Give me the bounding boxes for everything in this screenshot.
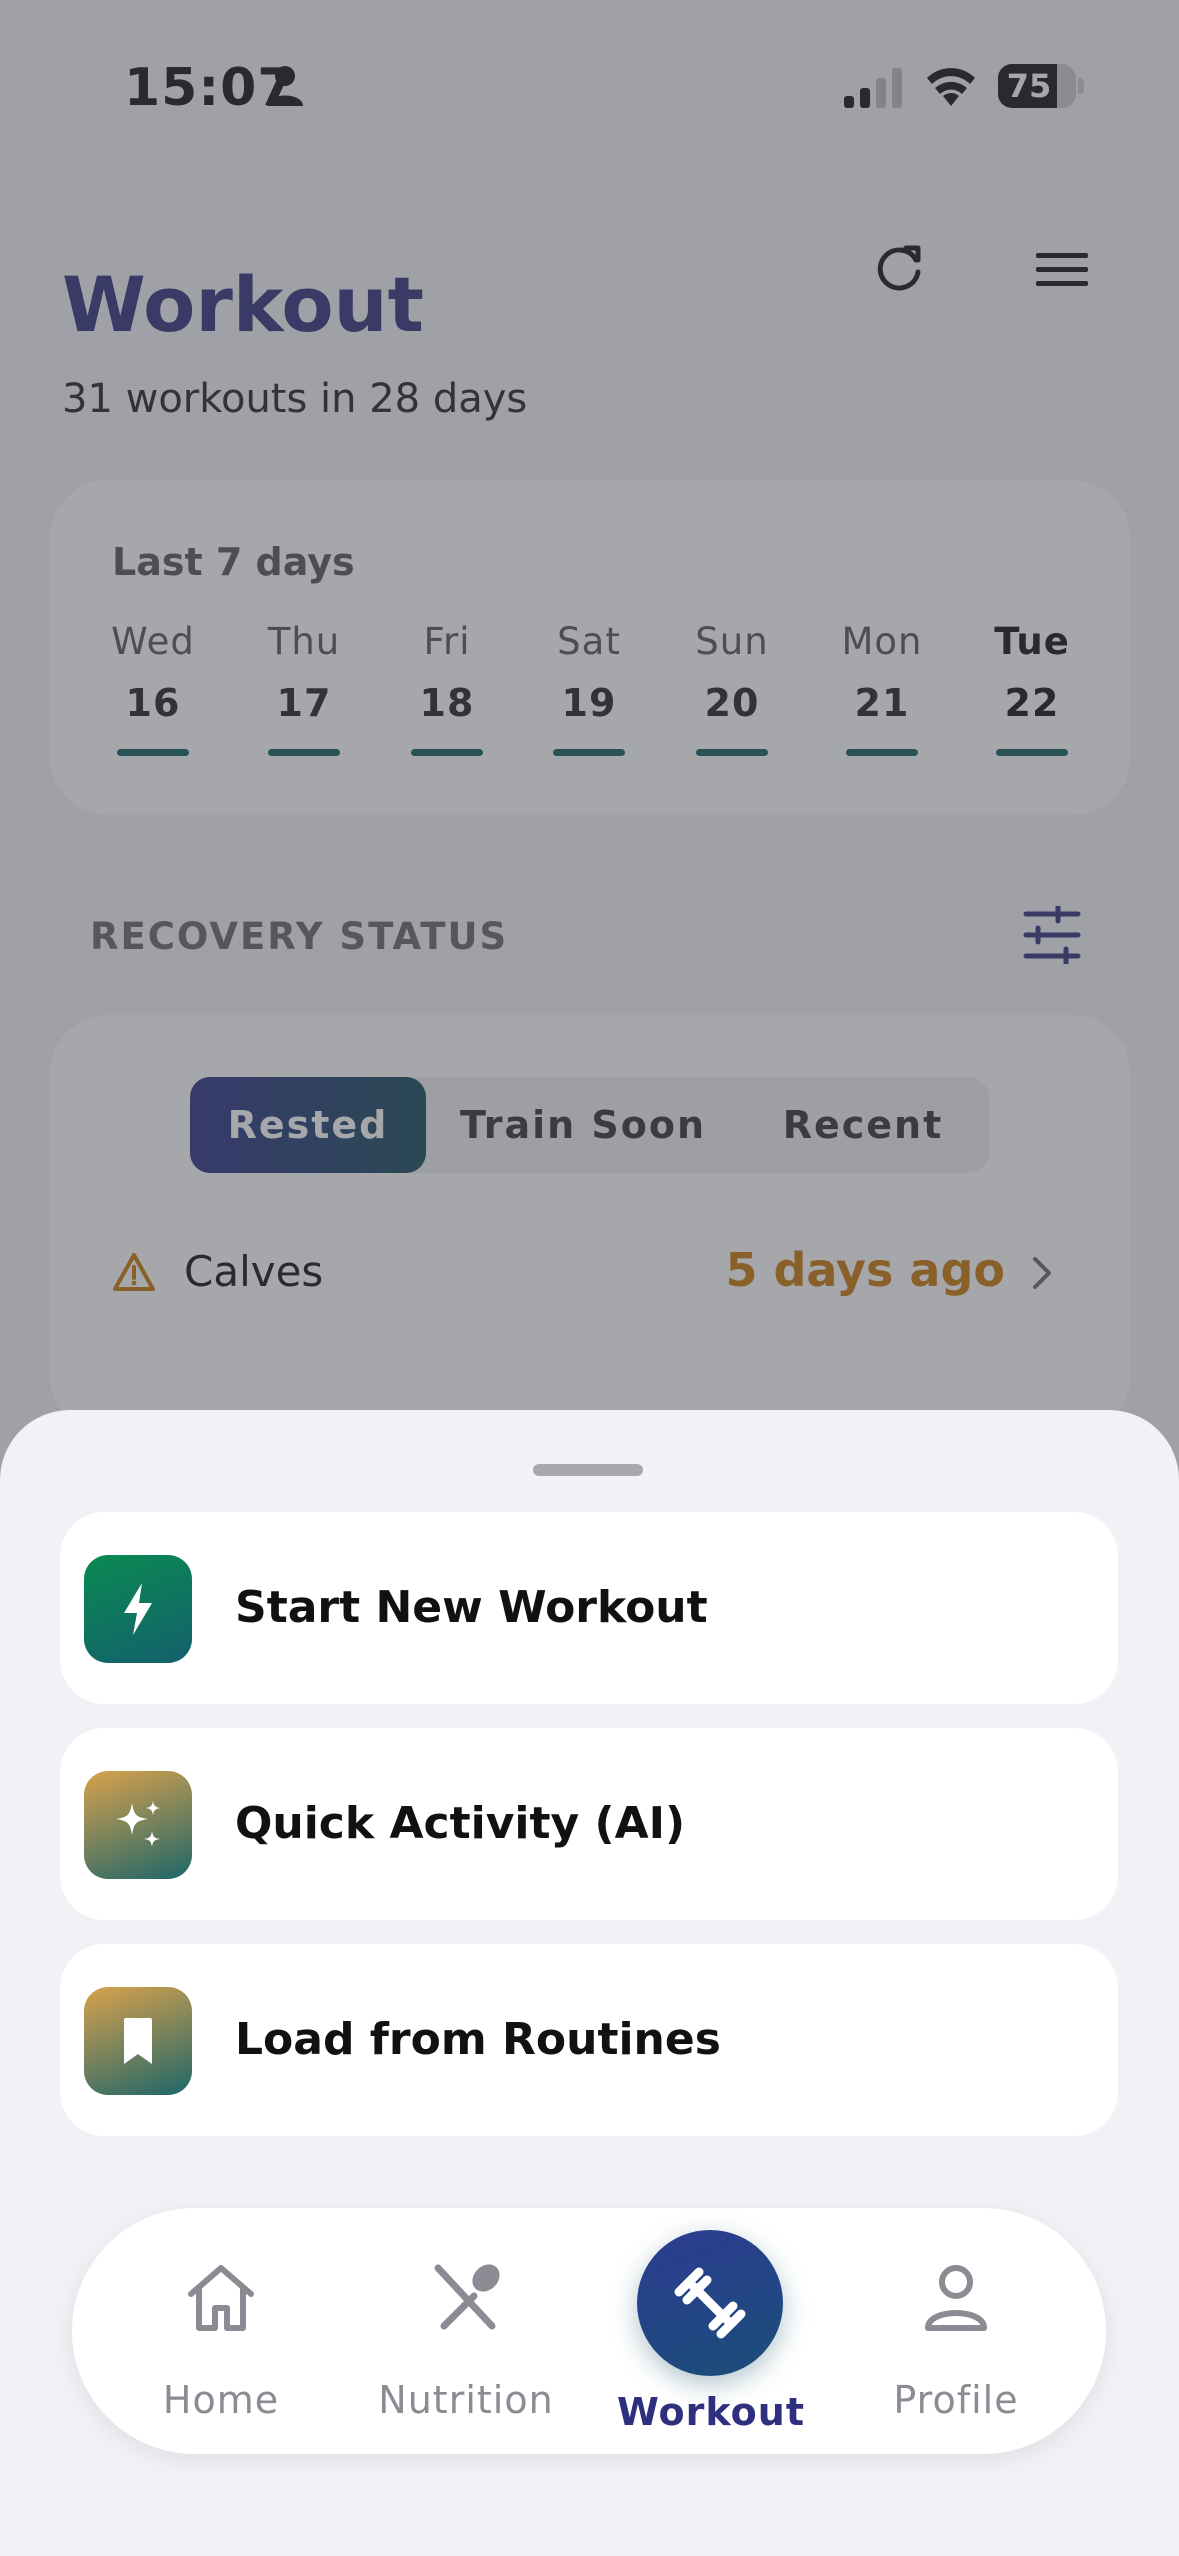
action-label: Quick Activity (AI) <box>235 1798 686 1849</box>
house-icon <box>188 2265 254 2331</box>
tab-nutrition[interactable]: Nutrition <box>366 2208 566 2454</box>
load-from-routines-button[interactable]: Load from Routines <box>60 1944 1118 2136</box>
action-label: Start New Workout <box>235 1582 708 1633</box>
quick-activity-ai-button[interactable]: Quick Activity (AI) <box>60 1728 1118 1920</box>
bolt-icon <box>124 1583 152 1635</box>
action-label: Load from Routines <box>235 2014 721 2065</box>
active-tab-indicator <box>637 2230 783 2376</box>
person-icon <box>925 2265 987 2331</box>
sparkles-icon <box>116 1801 160 1847</box>
fork-spoon-icon <box>434 2264 500 2330</box>
bookmark-icon <box>124 2018 152 2064</box>
sheet-grabber[interactable] <box>533 1464 643 1476</box>
bottom-tab-bar: Home Nutrition Workout Profile <box>72 2208 1106 2454</box>
tab-home[interactable]: Home <box>121 2208 321 2454</box>
dumbbell-icon <box>674 2267 746 2339</box>
tab-workout[interactable]: Workout <box>611 2208 811 2454</box>
start-new-workout-button[interactable]: Start New Workout <box>60 1512 1118 1704</box>
tab-profile[interactable]: Profile <box>856 2208 1056 2454</box>
